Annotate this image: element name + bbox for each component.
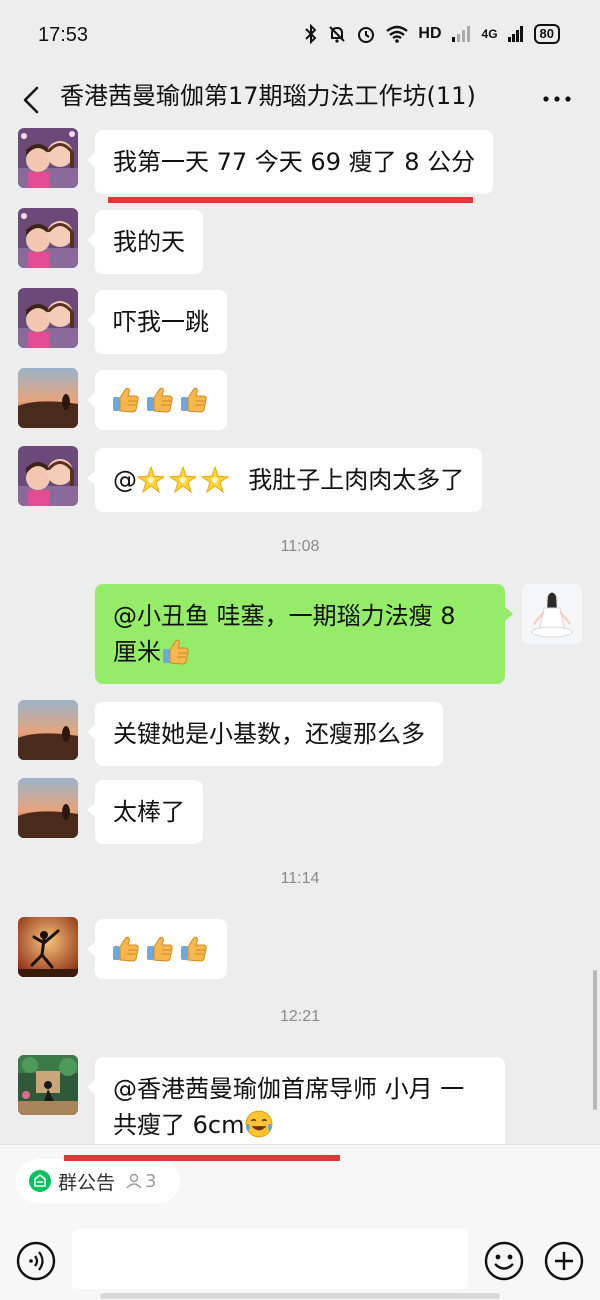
- highlight-underline: [108, 197, 473, 203]
- message-input[interactable]: [72, 1229, 468, 1289]
- group-notice-button[interactable]: 群公告 3: [16, 1159, 180, 1203]
- member-count: 3: [125, 1171, 156, 1192]
- timestamp: 11:08: [280, 538, 320, 555]
- person-icon: [126, 1173, 142, 1189]
- status-icons: HD 4G 80: [304, 24, 560, 44]
- avatar-sunset[interactable]: [18, 778, 78, 838]
- message-line: 共瘦了 6cm: [113, 1107, 487, 1143]
- emoji-message-bubble[interactable]: [87, 370, 227, 430]
- timestamp: 11:14: [280, 870, 320, 887]
- thumbs-up-emoji-group: [112, 387, 207, 413]
- avatar-yoga-studio[interactable]: [18, 1055, 78, 1115]
- smiley-icon: [484, 1241, 524, 1281]
- thumbs-up-emoji: [162, 639, 189, 665]
- avatar-woman-child[interactable]: [18, 128, 78, 188]
- network-4g-label: 4G: [481, 27, 498, 41]
- chat-header: 香港茜曼瑜伽第17期瑙力法工作坊(11): [0, 70, 600, 128]
- status-bar: 17:53 HD 4G 80: [0, 0, 600, 70]
- laughing-crying-emoji: [245, 1110, 274, 1138]
- message-bubble[interactable]: @ 我肚子上肉肉太多了: [86, 448, 483, 512]
- wifi-icon: [385, 25, 409, 43]
- bluetooth-icon: [304, 24, 318, 44]
- scrollbar[interactable]: [593, 970, 597, 1110]
- bottom-toolbar: 群公告 3: [0, 1144, 600, 1300]
- status-time: 17:53: [38, 24, 89, 46]
- avatar-sunset[interactable]: [18, 700, 78, 760]
- message-list[interactable]: 我第一天 77 今天 69 瘦了 8 公分 我的天 吓我一跳 @ 我肚子上肉肉太…: [0, 128, 600, 1144]
- avatar-woman-child[interactable]: [18, 288, 78, 348]
- avatar-sunset[interactable]: [18, 368, 78, 428]
- avatar-dancer[interactable]: [18, 917, 78, 977]
- message-bubble[interactable]: 关键她是小基数，还瘦那么多: [87, 702, 443, 766]
- avatar-woman-child[interactable]: [18, 446, 78, 506]
- network-hd-label: HD: [418, 25, 442, 42]
- signal-icon: [451, 25, 473, 43]
- voice-icon: [16, 1241, 56, 1281]
- emoji-message-bubble[interactable]: [87, 919, 227, 979]
- alarm-icon: [356, 24, 376, 44]
- avatar-yoga-white[interactable]: [522, 584, 582, 644]
- chat-title: 香港茜曼瑜伽第17期瑙力法工作坊(11): [60, 82, 476, 110]
- plus-icon: [544, 1241, 584, 1281]
- self-message-bubble[interactable]: @小丑鱼 哇塞，一期瑙力法瘦 8 厘米: [95, 584, 513, 684]
- group-notice-icon: [29, 1170, 51, 1192]
- timestamp: 12:21: [279, 1008, 321, 1025]
- message-bubble[interactable]: 我的天: [87, 210, 203, 274]
- battery-indicator: 80: [533, 24, 560, 44]
- message-line: @小丑鱼 哇塞，一期瑙力法瘦 8: [113, 602, 456, 630]
- group-notice-label: 群公告: [58, 1171, 116, 1194]
- more-functions-button[interactable]: [544, 1241, 584, 1281]
- thumbs-up-emoji-group: [112, 936, 207, 962]
- message-line: @香港茜曼瑜伽首席导师 小月 一: [113, 1075, 465, 1103]
- more-options-icon[interactable]: [540, 82, 574, 116]
- home-indicator[interactable]: [100, 1293, 500, 1299]
- message-bubble[interactable]: 吓我一跳: [87, 290, 227, 354]
- mute-bell-icon: [327, 24, 347, 44]
- back-arrow-icon[interactable]: [18, 80, 46, 120]
- message-bubble[interactable]: 太棒了: [87, 780, 203, 844]
- mention-prefix: @: [113, 466, 137, 494]
- message-bubble[interactable]: 我第一天 77 今天 69 瘦了 8 公分: [86, 130, 494, 194]
- message-bubble[interactable]: @香港茜曼瑜伽首席导师 小月 一 共瘦了 6cm: [87, 1057, 505, 1144]
- signal-4g-icon: [507, 25, 525, 43]
- sparkle-star-emoji-group: [137, 466, 229, 493]
- voice-input-button[interactable]: [16, 1241, 56, 1281]
- emoji-picker-button[interactable]: [484, 1241, 524, 1281]
- avatar-woman-child[interactable]: [18, 208, 78, 268]
- highlight-underline: [64, 1155, 340, 1161]
- message-text: 我肚子上肉肉太多了: [248, 466, 465, 494]
- message-line: 厘米: [113, 634, 487, 670]
